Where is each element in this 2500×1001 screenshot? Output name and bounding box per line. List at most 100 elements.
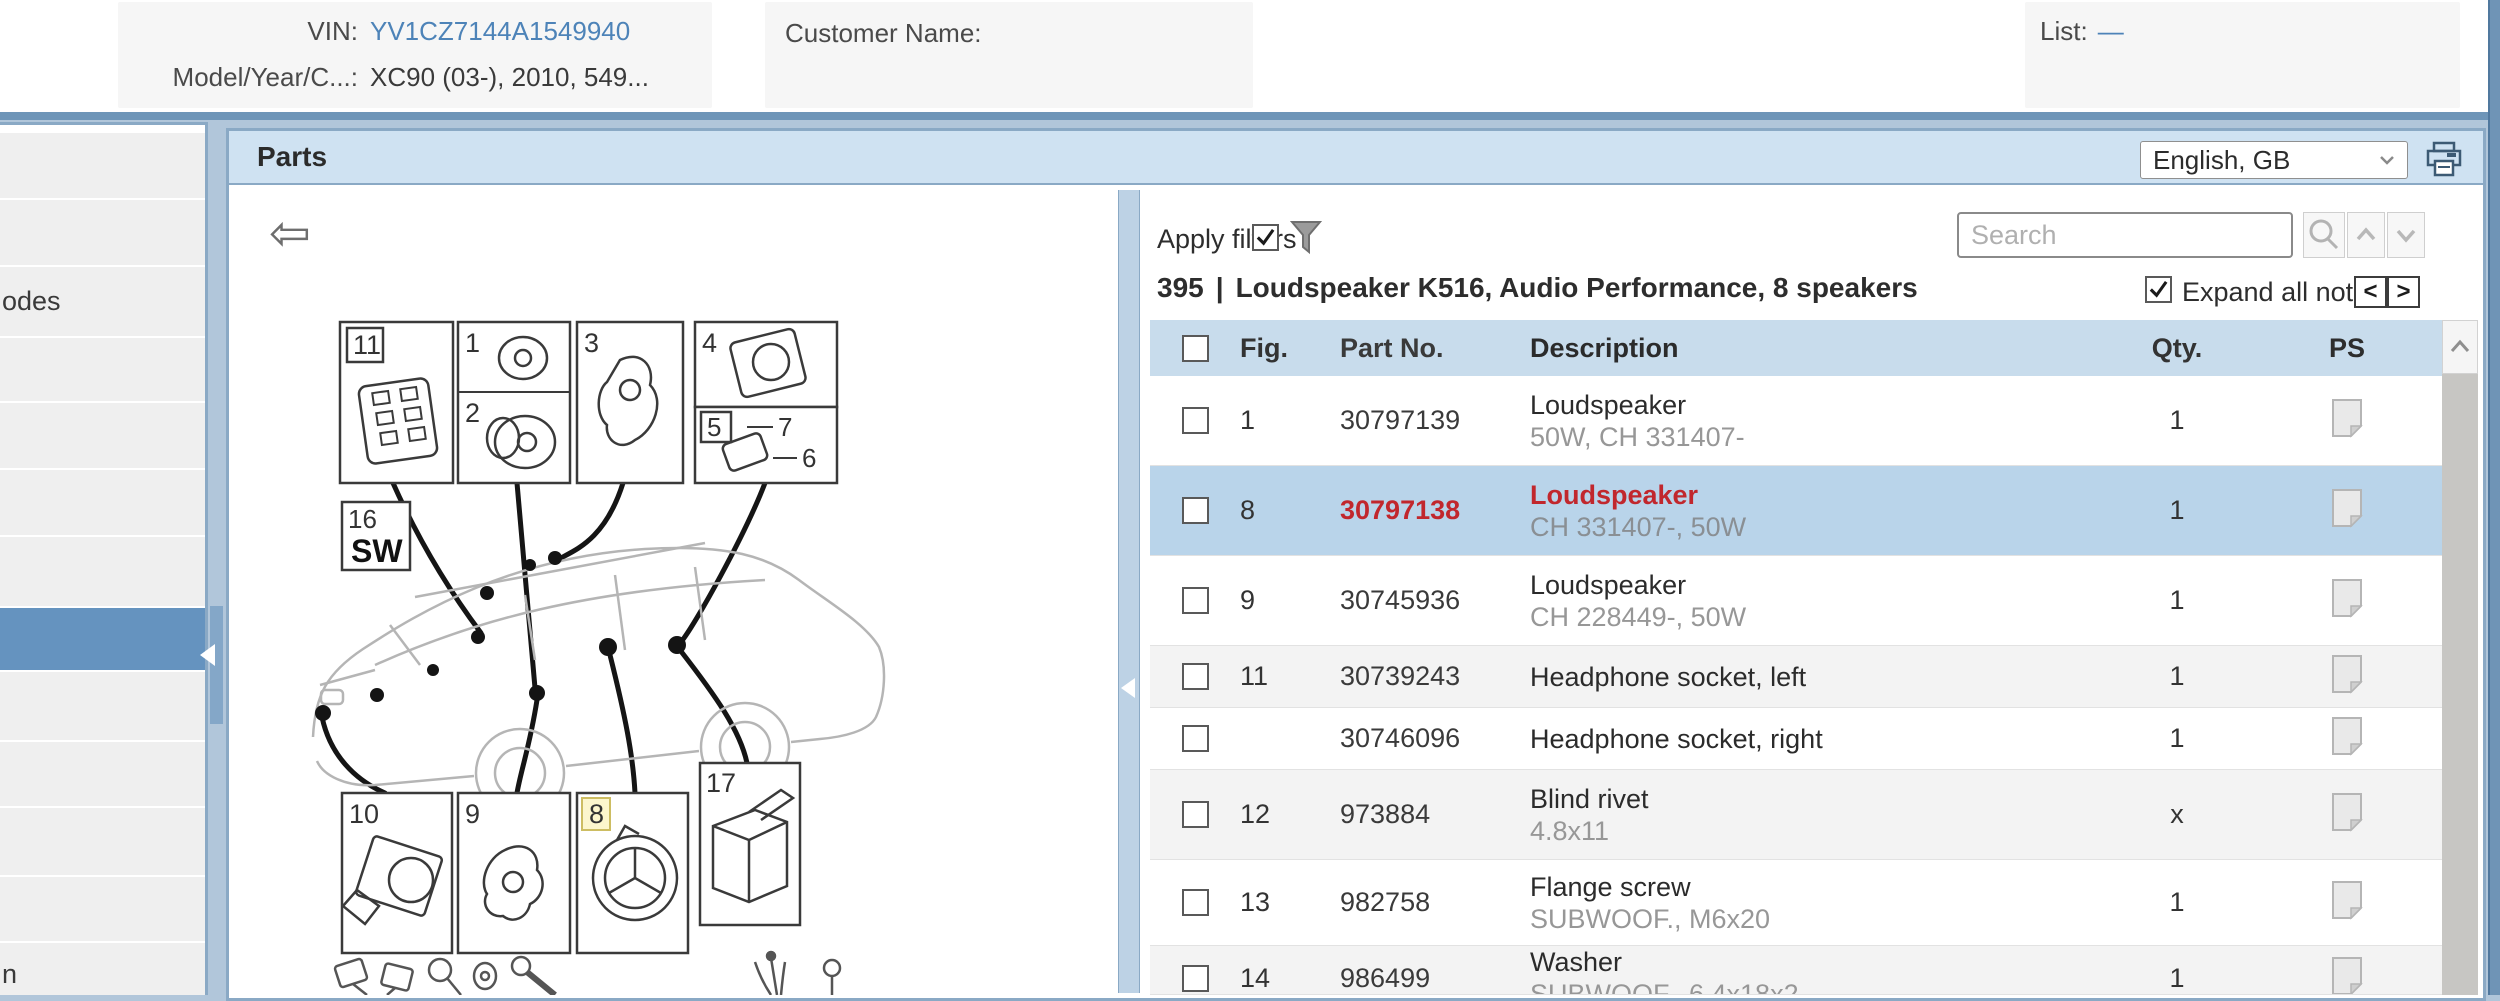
note-page-icon[interactable] xyxy=(2330,488,2364,533)
filter-funnel-icon[interactable] xyxy=(1290,220,1322,256)
sidebar-item[interactable] xyxy=(0,200,205,265)
description-cell: Flange screw SUBWOOF., M6x20 xyxy=(1530,871,2102,935)
vin-label: VIN: xyxy=(307,16,358,46)
find-previous-button[interactable] xyxy=(2347,212,2385,258)
part-no-cell[interactable]: 986499 xyxy=(1340,963,1530,994)
callout-box-3[interactable]: 3 xyxy=(575,320,685,485)
part-no-cell[interactable]: 30746096 xyxy=(1340,723,1530,754)
part-no-cell[interactable]: 973884 xyxy=(1340,799,1530,830)
callout-box-1-2[interactable]: 1 2 xyxy=(456,320,572,485)
sidebar-item[interactable] xyxy=(0,403,205,468)
search-button[interactable] xyxy=(2303,212,2345,258)
callout-box-4[interactable]: 4 xyxy=(693,320,839,409)
note-page-icon[interactable] xyxy=(2330,880,2364,925)
language-select[interactable]: English, GB xyxy=(2140,141,2408,179)
part-no-cell[interactable]: 30739243 xyxy=(1340,661,1530,692)
qty-cell: 1 xyxy=(2169,585,2185,615)
note-page-icon[interactable] xyxy=(2330,578,2364,623)
table-row[interactable]: 30746096 Headphone socket, right 1 xyxy=(1150,708,2442,770)
parts-panel-title: Parts xyxy=(257,141,328,172)
table-row-selected[interactable]: 8 30797138 Loudspeaker CH 331407-, 50W 1 xyxy=(1150,466,2442,556)
sidebar-item[interactable] xyxy=(0,742,205,806)
note-page-icon[interactable] xyxy=(2330,398,2364,443)
table-scrollbar[interactable] xyxy=(2442,320,2478,995)
note-page-icon[interactable] xyxy=(2330,654,2364,699)
description-cell: Washer SUBWOOF., 6.4x18x2 xyxy=(1530,946,2102,994)
table-row[interactable]: 11 30739243 Headphone socket, left 1 xyxy=(1150,646,2442,708)
part-no-cell[interactable]: 30797138 xyxy=(1340,495,1530,526)
previous-group-button[interactable]: < xyxy=(2354,276,2387,308)
part-no-cell[interactable]: 30745936 xyxy=(1340,585,1530,616)
pane-splitter[interactable] xyxy=(1118,190,1140,993)
part-no-cell[interactable]: 30797139 xyxy=(1340,405,1530,436)
find-next-button[interactable] xyxy=(2387,212,2425,258)
table-header-row: Fig. Part No. Description Qty. PS xyxy=(1150,320,2442,376)
table-row[interactable]: 12 973884 Blind rivet 4.8x11 x xyxy=(1150,770,2442,860)
window-right-edge xyxy=(2488,0,2500,995)
note-page-icon[interactable] xyxy=(2330,792,2364,837)
row-checkbox[interactable] xyxy=(1181,889,1209,916)
next-group-button[interactable]: > xyxy=(2387,276,2420,308)
svg-text:6: 6 xyxy=(802,443,816,473)
sidebar-item-codes[interactable]: odes xyxy=(0,267,205,336)
table-row[interactable]: 1 30797139 Loudspeaker 50W, CH 331407- 1 xyxy=(1150,376,2442,466)
sidebar-item[interactable] xyxy=(0,672,205,740)
description-cell: Loudspeaker 50W, CH 331407- xyxy=(1530,389,2102,453)
table-row[interactable]: 13 982758 Flange screw SUBWOOF., M6x20 1 xyxy=(1150,860,2442,946)
description-cell: Loudspeaker CH 228449-, 50W xyxy=(1530,569,2102,633)
callout-box-10[interactable]: 10 xyxy=(340,791,454,955)
row-checkbox[interactable] xyxy=(1181,964,1209,992)
expand-all-notes-checkbox[interactable] xyxy=(2145,276,2172,303)
splitter-collapse-icon[interactable] xyxy=(1121,678,1135,698)
scrollbar-up-button[interactable] xyxy=(2442,320,2478,374)
sidebar-collapse-icon[interactable] xyxy=(200,644,215,666)
apply-filters-checkbox[interactable] xyxy=(1252,224,1279,251)
row-checkbox[interactable] xyxy=(1181,663,1209,690)
sidebar-item[interactable] xyxy=(0,808,205,875)
svg-text:16: 16 xyxy=(348,504,377,534)
hardware-sketches xyxy=(333,950,842,995)
sidebar-item[interactable] xyxy=(0,470,205,535)
row-checkbox[interactable] xyxy=(1181,407,1209,434)
callout-box-9[interactable]: 9 xyxy=(456,791,572,955)
search-input[interactable] xyxy=(1957,212,2293,258)
back-arrow-icon[interactable]: ⇦ xyxy=(269,205,311,261)
language-selected-value: English, GB xyxy=(2153,145,2291,175)
sidebar-item-selected[interactable] xyxy=(0,608,205,670)
sidebar-item[interactable] xyxy=(0,133,205,198)
row-checkbox[interactable] xyxy=(1181,801,1209,828)
sidebar-item[interactable] xyxy=(0,338,205,401)
row-checkbox[interactable] xyxy=(1181,497,1209,524)
description-note: CH 228449-, 50W xyxy=(1530,601,1747,632)
part-no-cell[interactable]: 982758 xyxy=(1340,887,1530,918)
scrollbar-thumb[interactable] xyxy=(2442,374,2478,995)
fig-cell: 12 xyxy=(1240,799,1271,829)
checkmark-icon xyxy=(1256,228,1275,246)
callout-box-5[interactable]: 5 7 6 xyxy=(693,405,839,485)
callout-box-11[interactable]: 11 xyxy=(338,320,455,485)
callout-box-8[interactable]: 8 xyxy=(575,791,690,955)
note-page-icon[interactable] xyxy=(2330,956,2364,994)
list-row: List: — xyxy=(2040,16,2124,47)
table-row[interactable]: 14 986499 Washer SUBWOOF., 6.4x18x2 1 xyxy=(1150,946,2442,995)
section-name: Loudspeaker K516, Audio Performance, 8 s… xyxy=(1235,272,1918,303)
callout-box-17[interactable]: 17 xyxy=(698,761,802,927)
sidebar-item[interactable] xyxy=(0,877,205,941)
description-main: Washer xyxy=(1530,947,1623,977)
list-label: List: xyxy=(2040,16,2088,46)
table-row[interactable]: 9 30745936 Loudspeaker CH 228449-, 50W 1 xyxy=(1150,556,2442,646)
select-all-checkbox[interactable] xyxy=(1181,334,1209,362)
sidebar-item-label: n xyxy=(2,959,18,989)
note-page-icon[interactable] xyxy=(2330,716,2364,761)
row-checkbox[interactable] xyxy=(1181,587,1209,614)
svg-text:8: 8 xyxy=(589,799,604,829)
customer-name-label: Customer Name: xyxy=(785,18,982,48)
search-icon xyxy=(2309,219,2339,250)
sidebar-item[interactable]: n xyxy=(0,943,205,995)
column-header-qty: Qty. xyxy=(2151,332,2203,363)
row-checkbox[interactable] xyxy=(1181,725,1209,752)
callout-box-16-sw[interactable]: 16 SW xyxy=(340,500,412,572)
vin-value[interactable]: YV1CZ7144A1549940 xyxy=(370,16,630,47)
sidebar-item[interactable] xyxy=(0,537,205,606)
print-button[interactable] xyxy=(2422,138,2466,182)
